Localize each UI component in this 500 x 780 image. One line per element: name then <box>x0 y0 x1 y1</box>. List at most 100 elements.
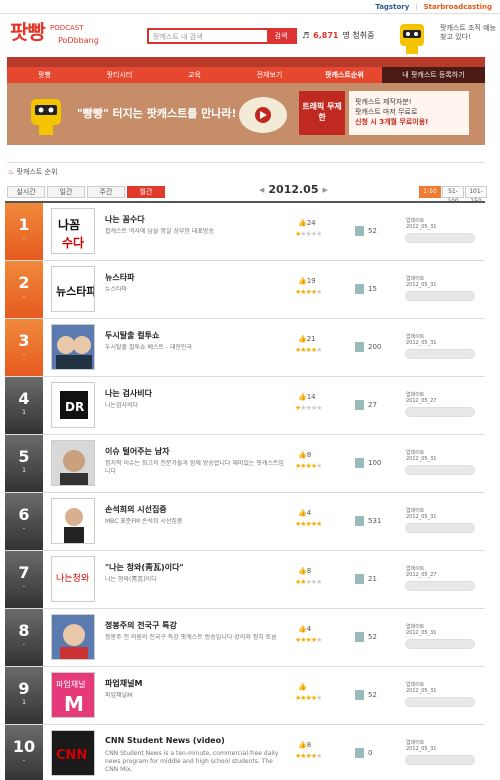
nav-item-podsitter[interactable]: 팟티시터 <box>82 70 157 80</box>
register-podcast-link[interactable]: 내 팟캐스트 등록하기 <box>382 67 485 83</box>
podcast-desc: MBC 표준FM 손석희 시선집중 <box>105 518 183 525</box>
update-date: 2012_05_31 <box>406 224 437 230</box>
rank-change: - <box>22 757 26 764</box>
podcast-thumbnail[interactable]: 뉴스타파 <box>51 266 95 312</box>
range-pager: 1-50 51-100 101-150 <box>419 186 487 205</box>
podcast-thumbnail[interactable] <box>51 440 95 486</box>
thumb-icon: 👍 <box>298 741 307 749</box>
podcast-title[interactable]: 나는 꼼수다 <box>105 214 285 225</box>
subscribe-button[interactable] <box>405 523 475 533</box>
podcast-thumbnail[interactable]: 나는청와 <box>51 556 95 602</box>
tagstory-link[interactable]: Tagstory <box>375 3 409 11</box>
range-1-50[interactable]: 1-50 <box>419 186 441 198</box>
podcast-thumbnail[interactable]: DR <box>51 382 95 428</box>
episode-value: 21 <box>368 575 377 583</box>
subscribe-button[interactable] <box>405 697 475 707</box>
top-utility-bar: Tagstory | Starbroadcasting <box>0 0 500 14</box>
podcast-thumbnail[interactable] <box>51 324 95 370</box>
tab-daily[interactable]: 일간 <box>47 186 85 198</box>
doc-icon <box>355 342 364 352</box>
search-button[interactable]: 검색 <box>267 30 295 42</box>
podcast-title[interactable]: 파업채널M <box>105 678 285 689</box>
range-101-150[interactable]: 101-150 <box>465 186 487 205</box>
doc-icon <box>355 690 364 700</box>
podcast-title[interactable]: CNN Student News (video) <box>105 736 285 745</box>
podcast-thumbnail[interactable]: 나꼼 수다 <box>51 208 95 254</box>
bullet-icon: ♨ <box>8 168 15 176</box>
podcast-title[interactable]: 정봉주의 전국구 특강 <box>105 620 285 631</box>
subscribe-button[interactable] <box>405 755 475 765</box>
doc-icon <box>355 400 364 410</box>
subscribe-button[interactable] <box>405 581 475 591</box>
podcast-thumbnail[interactable] <box>51 614 95 660</box>
prev-month-button[interactable]: ◀ <box>259 186 264 194</box>
rank-number: 7 <box>18 563 30 582</box>
rank-number: 6 <box>18 505 30 524</box>
update-info: 업데이트 2012_05_27 <box>406 566 466 578</box>
next-month-button[interactable]: ▶ <box>323 186 328 194</box>
tab-weekly[interactable]: 주간 <box>87 186 125 198</box>
like-value: 14 <box>306 393 316 401</box>
rank-number: 9 <box>18 679 30 698</box>
rating-stars: ★★★★★ <box>295 636 322 644</box>
svg-text:나는청와: 나는청와 <box>56 572 89 584</box>
podcast-title[interactable]: 두시탈출 컬투쇼 <box>105 330 285 341</box>
current-month: 2012.05 <box>268 183 319 196</box>
episode-count: 52 <box>355 632 377 642</box>
list-item[interactable]: 91 파업채널 M 파업채널M 파업채널M 👍 ★★★★★ 52 업데이트 2012… <box>5 667 485 725</box>
list-item[interactable]: 41 DR 나는 검사비다 나는검사비다 👍14 ★★★★★ 27 업데이트 20… <box>5 377 485 435</box>
site-logo[interactable]: 팟빵 PODCAST PoDbbang <box>10 22 99 45</box>
podcast-title[interactable]: 나는 검사비다 <box>105 388 285 399</box>
episode-value: 15 <box>368 285 377 293</box>
rank-change: - <box>22 583 26 590</box>
nav-item-ranking[interactable]: 팟캐스트순위 <box>307 70 382 80</box>
list-item[interactable]: 8- 정봉주의 전국구 특강 정봉주 전 의원의 전국구 특강 팟캐스트 방송입… <box>5 609 485 667</box>
list-item[interactable]: 51 이슈 털어주는 남자 정치적 이슈는 최고의 전문가들과 함께 방송합니다… <box>5 435 485 493</box>
subscribe-button[interactable] <box>405 349 475 359</box>
promo-banner[interactable]: "빵빵" 터지는 팟캐스트를 만나라! 트래픽 무제한 팟캐스트 제작자분! 팟… <box>7 83 485 145</box>
episode-value: 27 <box>368 401 377 409</box>
list-item[interactable]: 10- CNN CNN Student News (video) CNN Stu… <box>5 725 485 780</box>
starbroadcasting-link[interactable]: Starbroadcasting <box>424 3 492 11</box>
range-51-100[interactable]: 51-100 <box>442 186 464 205</box>
subscribe-button[interactable] <box>405 465 475 475</box>
subscribe-button[interactable] <box>405 407 475 417</box>
subscribe-button[interactable] <box>405 233 475 243</box>
update-date: 2012_05_31 <box>406 282 437 288</box>
ranking-list: 1- 나꼼 수다 나는 꼼수다 팝캐스트 역사에 남을 명실 상부한 대표방송 👍… <box>5 201 485 780</box>
list-item[interactable]: 3- 두시탈출 컬투쇼 두시탈출 컬투쇼 베스트 - 대한민국 👍21 ★★★★… <box>5 319 485 377</box>
podcast-title[interactable]: 이슈 털어주는 남자 <box>105 446 285 457</box>
list-item[interactable]: 1- 나꼼 수다 나는 꼼수다 팝캐스트 역사에 남을 명실 상부한 대표방송 👍… <box>5 203 485 261</box>
tab-monthly[interactable]: 월간 <box>127 186 165 198</box>
promo-line-3: 신청 시 3개월 무료이용! <box>355 118 429 126</box>
listener-label: 명 청취중 <box>342 31 375 40</box>
nav-item-all[interactable]: 전체보기 <box>232 70 307 80</box>
podcast-thumbnail[interactable]: CNN <box>51 730 95 776</box>
nav-item-podbbang[interactable]: 팟빵 <box>7 70 82 80</box>
subscribe-button[interactable] <box>405 291 475 301</box>
list-item[interactable]: 2- 뉴스타파 뉴스타파 뉴스타파 👍19 ★★★★★ 15 업데이트 2012_… <box>5 261 485 319</box>
podcast-title[interactable]: "나는 청와(靑瓦)이다" <box>105 562 285 573</box>
list-item[interactable]: 7- 나는청와 "나는 청와(靑瓦)이다" 나는 청와(靑瓦)이다 👍8 ★★★… <box>5 551 485 609</box>
podcast-thumbnail[interactable] <box>51 498 95 544</box>
podcast-title[interactable]: 손석희의 시선집중 <box>105 504 285 515</box>
subscribe-button[interactable] <box>405 639 475 649</box>
thumb-icon: 👍 <box>298 509 307 517</box>
like-count: 👍 <box>298 683 307 691</box>
nav-item-education[interactable]: 교육 <box>157 70 232 80</box>
listener-stat: ♬ 6,871 명 청취중 <box>302 30 374 41</box>
episode-count: 52 <box>355 690 377 700</box>
podcast-thumbnail[interactable]: 파업채널 M <box>51 672 95 718</box>
podcast-desc: 나는 청와(靑瓦)이다 <box>105 576 157 583</box>
like-value: 4 <box>306 509 312 517</box>
like-count: 👍24 <box>298 219 316 227</box>
search-input[interactable]: 팟캐스트 내 검색 <box>149 30 267 42</box>
svg-text:파업채널: 파업채널 <box>56 679 85 689</box>
topbar-separator: | <box>415 2 418 11</box>
update-date: 2012_05_27 <box>406 572 437 578</box>
date-selector: ◀ 2012.05 ▶ <box>259 183 328 196</box>
tab-realtime[interactable]: 실시간 <box>7 186 45 198</box>
list-item[interactable]: 6- 손석희의 시선집중 MBC 표준FM 손석희 시선집중 👍4 ★★★★★ … <box>5 493 485 551</box>
episode-value: 52 <box>368 633 377 641</box>
podcast-title[interactable]: 뉴스타파 <box>105 272 285 283</box>
